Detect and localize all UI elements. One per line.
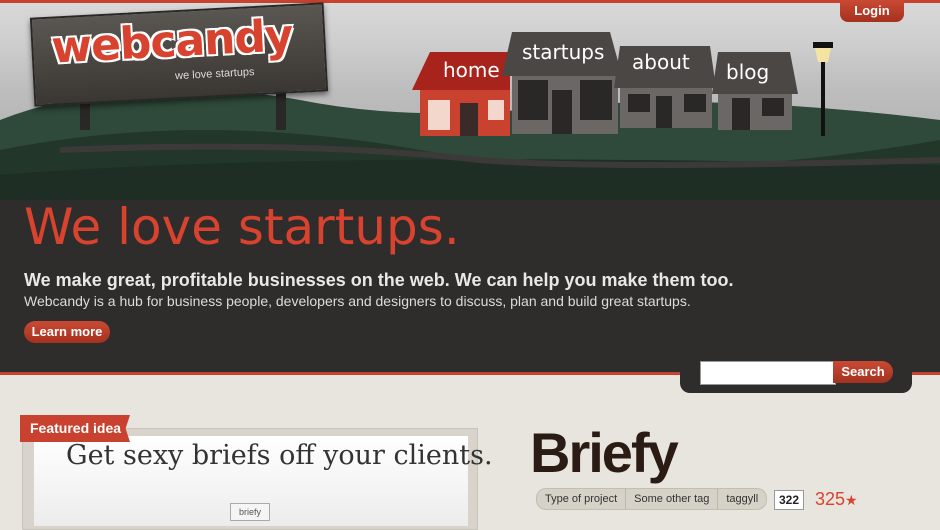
search-button[interactable]: Search xyxy=(833,361,893,383)
description: Webcandy is a hub for business people, d… xyxy=(24,293,691,309)
featured-image-headline: Get sexy briefs off your clients. xyxy=(66,440,493,471)
logo: webcandy xyxy=(50,10,294,74)
search-input[interactable] xyxy=(700,361,836,385)
tag-item[interactable]: Some other tag xyxy=(626,489,719,509)
featured-ribbon: Featured idea xyxy=(20,415,130,442)
briefy-logo-icon: briefy xyxy=(230,503,270,521)
headline: We love startups. xyxy=(24,198,460,256)
nav-home[interactable]: home xyxy=(443,58,500,82)
logo-tagline: we love startups xyxy=(174,66,255,83)
comment-count-badge[interactable]: 322 xyxy=(774,490,804,510)
nav-startups[interactable]: startups xyxy=(522,40,604,64)
learn-more-button[interactable]: Learn more xyxy=(24,321,110,343)
login-button[interactable]: Login xyxy=(840,0,904,22)
nav-about[interactable]: about xyxy=(632,50,690,74)
top-accent-strip xyxy=(0,0,940,3)
score-value: 325 xyxy=(815,489,846,509)
tag-item[interactable]: taggyll xyxy=(718,489,766,509)
tag-list: Type of project Some other tag taggyll xyxy=(536,488,768,510)
star-icon: ★ xyxy=(845,492,858,508)
logo-sign[interactable]: webcandy we love startups xyxy=(29,2,329,107)
score: 325★ xyxy=(815,489,858,510)
subheadline: We make great, profitable businesses on … xyxy=(24,270,734,290)
tag-item[interactable]: Type of project xyxy=(537,489,627,509)
nav-blog[interactable]: blog xyxy=(726,60,769,84)
idea-title[interactable]: Briefy xyxy=(530,420,679,485)
